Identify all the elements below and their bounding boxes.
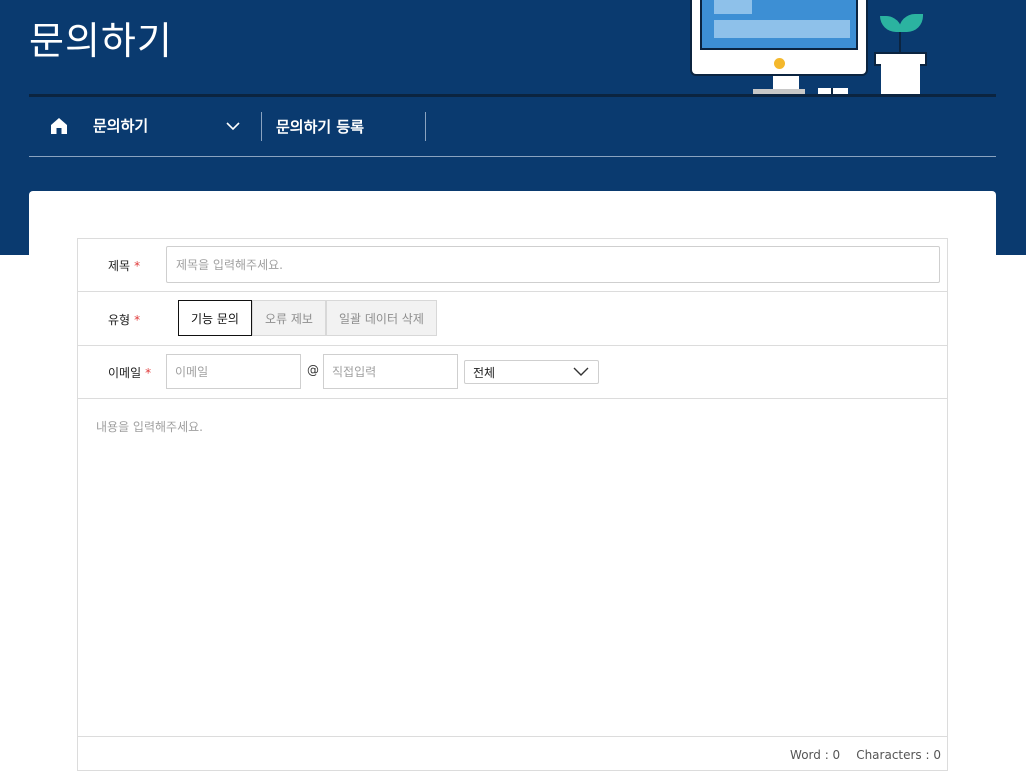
monitor-illustration bbox=[690, 0, 868, 76]
title-input[interactable] bbox=[166, 246, 940, 283]
type-toggle-group: 기능 문의 오류 제보 일괄 데이터 삭제 bbox=[178, 300, 437, 336]
chevron-down-icon bbox=[573, 367, 589, 376]
word-counter: Word : 0 Characters : 0 bbox=[786, 748, 941, 762]
breadcrumb-item-inquiry[interactable]: 문의하기 bbox=[93, 115, 148, 136]
field-label-type: 유형 * bbox=[108, 313, 141, 327]
home-icon[interactable] bbox=[49, 116, 69, 136]
email-domain-input[interactable] bbox=[323, 354, 458, 389]
monitor-screen bbox=[700, 0, 858, 50]
screen-block bbox=[714, 0, 752, 14]
monitor-stand bbox=[773, 76, 799, 90]
select-value: 전체 bbox=[473, 366, 496, 380]
desk-illustration bbox=[680, 0, 940, 100]
plant-leaf bbox=[899, 14, 923, 32]
email-local-input[interactable] bbox=[166, 354, 301, 389]
nav-separator bbox=[261, 112, 262, 141]
divider bbox=[29, 156, 996, 157]
field-label-email: 이메일 * bbox=[108, 366, 152, 380]
content-placeholder: 내용을 입력해주세요. bbox=[96, 420, 203, 434]
breadcrumb-nav: 문의하기 문의하기 등록 bbox=[29, 97, 996, 156]
page-title: 문의하기 bbox=[29, 19, 173, 63]
form-row-type: 유형 * 기능 문의 오류 제보 일괄 데이터 삭제 bbox=[78, 292, 947, 346]
type-option-bug[interactable]: 오류 제보 bbox=[251, 300, 326, 336]
type-option-bulk-delete[interactable]: 일괄 데이터 삭제 bbox=[325, 300, 437, 336]
plant-pot bbox=[881, 64, 920, 96]
required-mark: * bbox=[134, 313, 141, 327]
required-mark: * bbox=[134, 259, 141, 273]
character-count: Characters : 0 bbox=[856, 748, 941, 762]
required-mark: * bbox=[145, 366, 152, 380]
content-textarea[interactable]: 내용을 입력해주세요. bbox=[78, 399, 947, 737]
screen-block bbox=[714, 20, 850, 38]
email-domain-select[interactable]: 전체 bbox=[464, 360, 599, 384]
inquiry-form: 제목* 유형* 기능 문의 오류 제보 일괄 데이터 삭제 이메일* @ 전체 … bbox=[77, 238, 948, 771]
chevron-down-icon[interactable] bbox=[224, 117, 242, 135]
field-label-title: 제목 * bbox=[108, 259, 141, 273]
at-sign: @ bbox=[307, 363, 319, 377]
word-count: Word : 0 bbox=[790, 748, 841, 762]
type-option-feature[interactable]: 기능 문의 bbox=[178, 300, 252, 336]
nav-separator bbox=[425, 112, 426, 141]
power-light bbox=[774, 58, 785, 69]
form-row-title: 제목 * bbox=[78, 239, 947, 292]
form-row-email: 이메일* @ 전체 bbox=[78, 346, 947, 399]
breadcrumb-item-register[interactable]: 문의하기 등록 bbox=[276, 116, 364, 137]
